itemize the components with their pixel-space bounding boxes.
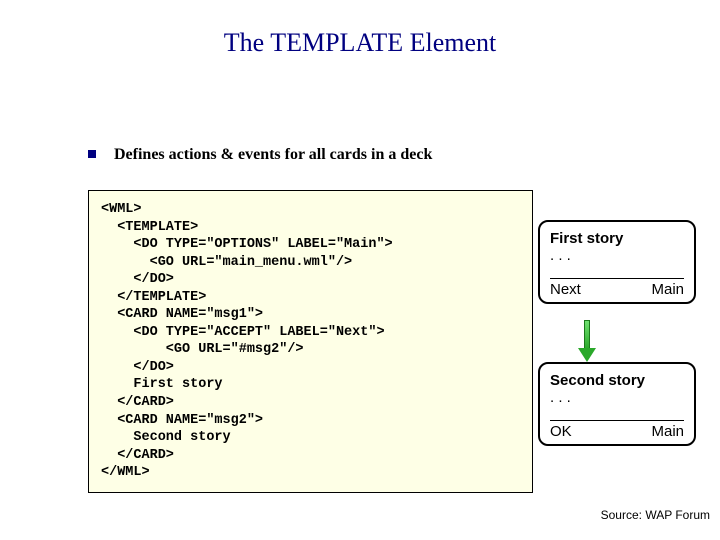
card-title: First story bbox=[550, 230, 684, 247]
softkey-left: OK bbox=[550, 423, 572, 440]
softkey-right: Main bbox=[651, 281, 684, 298]
softkey-left: Next bbox=[550, 281, 581, 298]
card-title: Second story bbox=[550, 372, 684, 389]
phone-card-first: First story . . . Next Main bbox=[538, 220, 696, 304]
card-body: Second story . . . bbox=[550, 372, 684, 414]
slide-title: The TEMPLATE Element bbox=[0, 0, 720, 58]
bullet-item: Defines actions & events for all cards i… bbox=[88, 146, 432, 164]
down-arrow-icon bbox=[580, 320, 594, 362]
card-ellipsis: . . . bbox=[550, 389, 684, 406]
wml-code-block: <WML> <TEMPLATE> <DO TYPE="OPTIONS" LABE… bbox=[88, 190, 533, 493]
bullet-square-icon bbox=[88, 150, 96, 158]
card-body: First story . . . bbox=[550, 230, 684, 272]
source-attribution: Source: WAP Forum bbox=[601, 508, 710, 522]
card-ellipsis: . . . bbox=[550, 247, 684, 264]
bullet-text: Defines actions & events for all cards i… bbox=[114, 146, 432, 163]
softkey-right: Main bbox=[651, 423, 684, 440]
card-softkeys: OK Main bbox=[550, 420, 684, 440]
card-softkeys: Next Main bbox=[550, 278, 684, 298]
phone-card-second: Second story . . . OK Main bbox=[538, 362, 696, 446]
